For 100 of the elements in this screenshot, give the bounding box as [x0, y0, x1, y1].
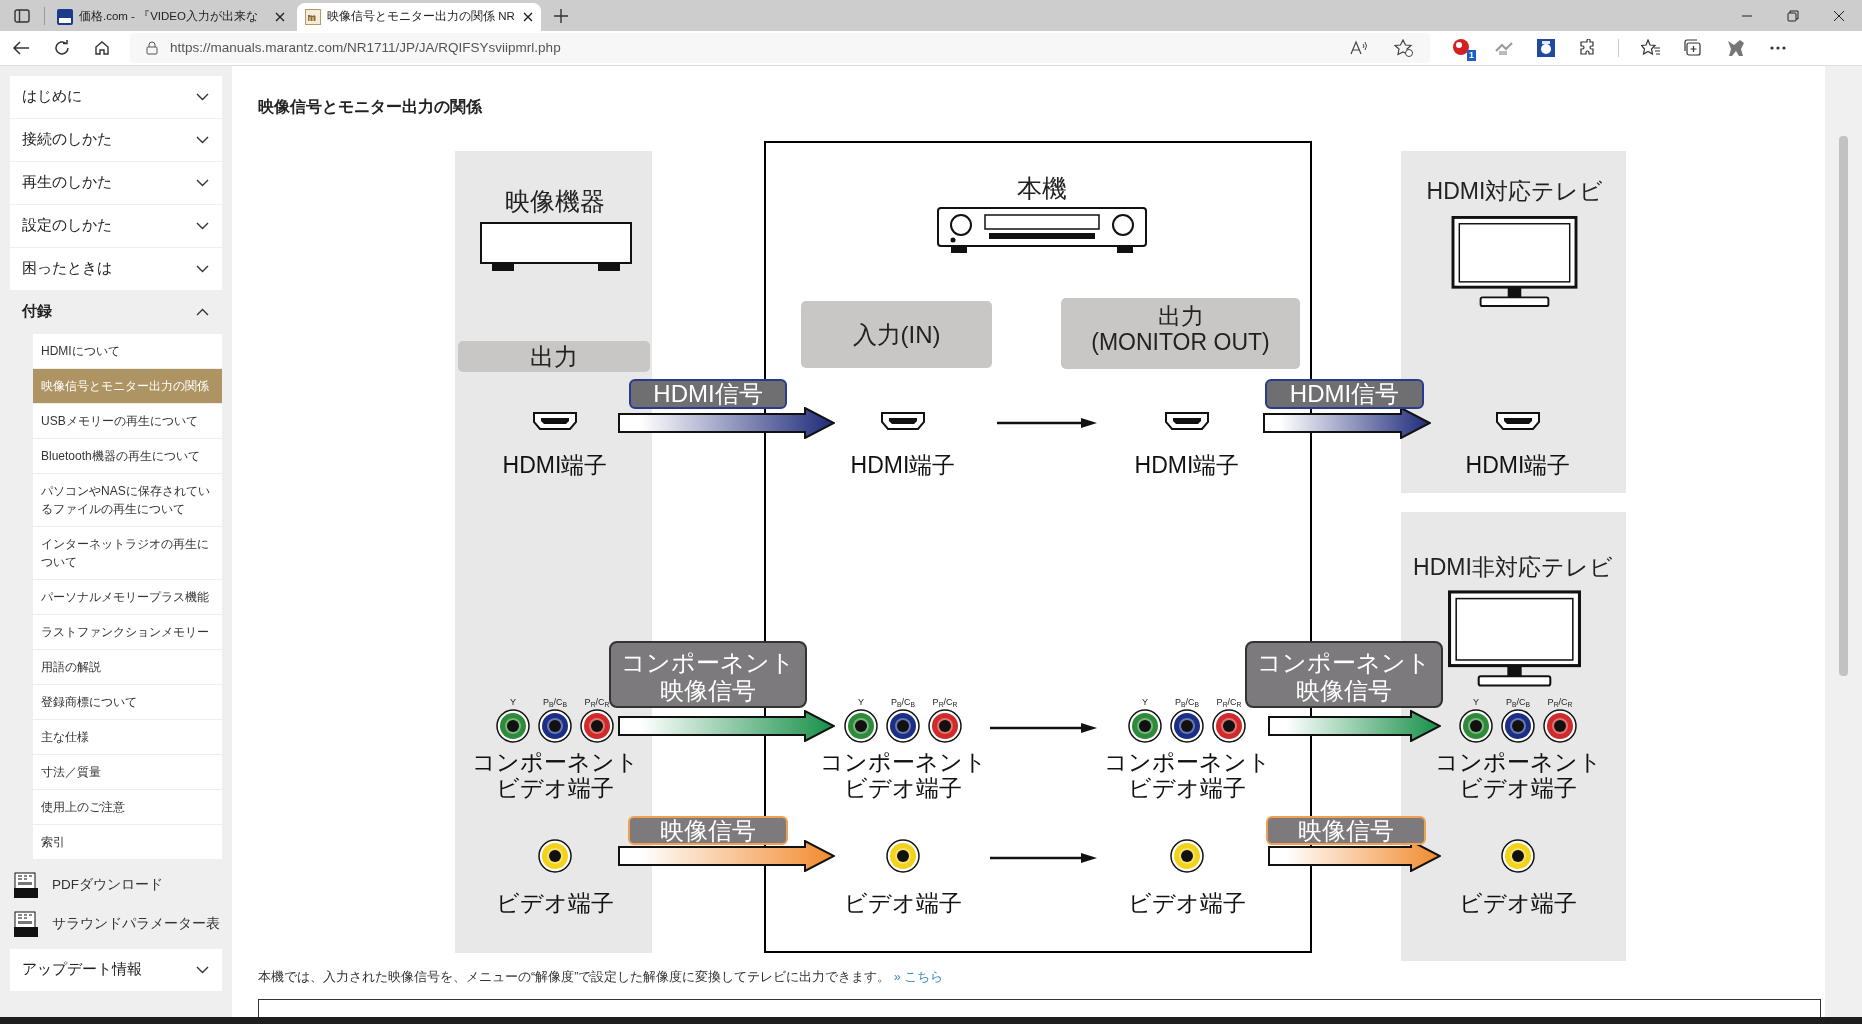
new-tab-icon[interactable] [553, 8, 569, 24]
port-label: HDMI端子 [1133, 453, 1241, 479]
add-favorite-icon[interactable] [1394, 39, 1414, 57]
jack-label: P$_{R}$/C$_{R}$ [931, 697, 959, 707]
port-label: コンポーネント ビデオ端子 [1102, 750, 1272, 802]
device-title: 本機 [1016, 174, 1068, 202]
port-label: ビデオ端子 [843, 891, 963, 917]
hdmi-port-icon [881, 412, 925, 430]
profile-icon[interactable] [1725, 37, 1747, 59]
tv-title: HDMI対応テレビ [1425, 179, 1605, 205]
sidebar-link[interactable]: USBメモリーの再生について [33, 404, 222, 439]
badge-count: 1 [1467, 50, 1476, 61]
link[interactable]: » こちら [893, 970, 944, 984]
tab-title: 価格.com - 『VIDEO入力が出来な [79, 9, 259, 25]
sidebar-link[interactable]: 寸法／質量 [33, 755, 222, 790]
jack-label: P$_{R}$/C$_{R}$ [1215, 697, 1243, 707]
port-group-label: 出力 [458, 341, 650, 372]
expand-icon [196, 179, 209, 187]
tv-icon [1450, 216, 1579, 308]
expand-icon [196, 93, 209, 101]
read-aloud-icon[interactable] [1350, 40, 1370, 56]
sidebar-link[interactable]: ラストファンクションメモリー [33, 615, 222, 650]
sidebar-section[interactable]: 再生のしかた [10, 162, 222, 204]
browser-tab[interactable]: 映像信号とモニター出力の関係 NR [297, 3, 541, 31]
sidebar-section[interactable]: 付録 [10, 291, 222, 333]
signal-label: 映像信号 [628, 816, 788, 845]
tab-actions-icon[interactable] [14, 8, 30, 23]
home-icon[interactable] [94, 40, 110, 56]
close-icon[interactable] [275, 12, 285, 22]
signal-label: 映像信号 [1266, 816, 1426, 845]
sidebar-link[interactable]: パソコンやNASに保存されているファイルの再生について [33, 474, 222, 527]
site-icon [57, 9, 73, 25]
sidebar-section[interactable]: はじめに [10, 76, 222, 118]
port-label: コンポーネント ビデオ端子 [470, 750, 640, 802]
port-label: HDMI端子 [501, 453, 609, 479]
jack-label: P$_{B}$/C$_{B}$ [541, 697, 568, 707]
signal-label: HDMI信号 [1265, 379, 1424, 409]
sidebar-link[interactable]: インターネットラジオの再生について [33, 527, 222, 580]
sidebar-link[interactable]: Bluetooth機器の再生について [33, 439, 222, 474]
jack-label: P$_{B}$/C$_{B}$ [889, 697, 916, 707]
note-text: 本機では、入力された映像信号を、メニューの“解像度”で設定した解像度に変換してテレビに出力できます。 » こちら [258, 969, 945, 986]
jack-label: P$_{B}$/C$_{B}$ [1504, 697, 1531, 707]
hdmi-port-icon [533, 412, 577, 430]
collapse-icon [196, 308, 209, 316]
device-title: 映像機器 [504, 187, 606, 215]
signal-label: コンポーネント 映像信号 [609, 641, 807, 708]
sidebar-section[interactable]: 困ったときは [10, 248, 222, 290]
tv-title: HDMI非対応テレビ [1412, 555, 1614, 581]
jack-label: Y [509, 697, 517, 707]
sidebar-link[interactable]: 主な仕様 [33, 720, 222, 755]
browser-tab[interactable]: 価格.com - 『VIDEO入力が出来な [49, 3, 293, 31]
sidebar-link[interactable]: 使用上のご注意 [33, 790, 222, 825]
hdmi-port-icon [1165, 412, 1209, 430]
collections-icon[interactable] [1683, 39, 1703, 57]
back-icon[interactable] [12, 40, 30, 56]
sidebar-section[interactable]: 接続のしかた [10, 119, 222, 161]
port-group-label: 出力 (MONITOR OUT) [1061, 298, 1300, 369]
tv-icon [1448, 590, 1581, 688]
port-group-label: 入力(IN) [801, 301, 992, 368]
port-label: コンポーネント ビデオ端子 [1433, 750, 1603, 802]
pdf-link[interactable]: PDFダウンロード [52, 874, 163, 896]
signal-label: コンポーネント 映像信号 [1245, 641, 1443, 708]
site-icon [305, 9, 321, 25]
sidebar-section[interactable]: 設定のしかた [10, 205, 222, 247]
page-heading: 映像信号とモニター出力の関係 [258, 97, 483, 117]
sidebar-link[interactable]: 登録商標について [33, 685, 222, 720]
sidebar-link[interactable]: 索引 [33, 825, 222, 860]
sidebar-link[interactable]: パーソナルメモリープラス機能 [33, 580, 222, 615]
close-icon[interactable] [1833, 9, 1845, 22]
port-label: ビデオ端子 [495, 891, 615, 917]
expand-icon [196, 265, 209, 273]
jack-label: P$_{R}$/C$_{R}$ [1546, 697, 1574, 707]
jack-label: P$_{R}$/C$_{R}$ [583, 697, 611, 707]
jack-label: Y [1141, 697, 1149, 707]
pdf-link[interactable]: サラウンドパラメーター表 [52, 913, 220, 935]
pdf-icon [14, 911, 38, 937]
port-label: ビデオ端子 [1458, 891, 1578, 917]
sidebar-section[interactable]: アップデート情報 [10, 949, 222, 991]
pdf-icon [14, 872, 38, 898]
jack-label: Y [857, 697, 865, 707]
port-label: HDMI端子 [1464, 453, 1572, 479]
port-label: コンポーネント ビデオ端子 [818, 750, 988, 802]
hdmi-port-icon [1496, 412, 1540, 430]
more-icon[interactable] [1769, 45, 1787, 51]
favorites-icon[interactable] [1641, 39, 1661, 57]
port-label: HDMI端子 [849, 453, 957, 479]
close-icon[interactable] [523, 12, 533, 22]
extensions-icon[interactable] [1578, 39, 1596, 57]
extension-icon[interactable] [1452, 38, 1470, 56]
sidebar-link[interactable]: HDMIについて [33, 334, 222, 369]
expand-icon [196, 966, 209, 974]
extension-icon[interactable] [1536, 38, 1556, 58]
reload-icon[interactable] [54, 40, 70, 56]
sidebar-link[interactable]: 用語の解説 [33, 650, 222, 685]
lock-icon [146, 41, 158, 55]
expand-icon [196, 136, 209, 144]
scrollbar-thumb[interactable] [1839, 136, 1848, 676]
address-field[interactable]: https://manuals.marantz.com/NR1711/JP/JA/RQIFSYsviipmrl.php [130, 33, 1430, 63]
tab-title: 映像信号とモニター出力の関係 NR [327, 9, 516, 25]
restore-icon[interactable] [1787, 9, 1799, 22]
